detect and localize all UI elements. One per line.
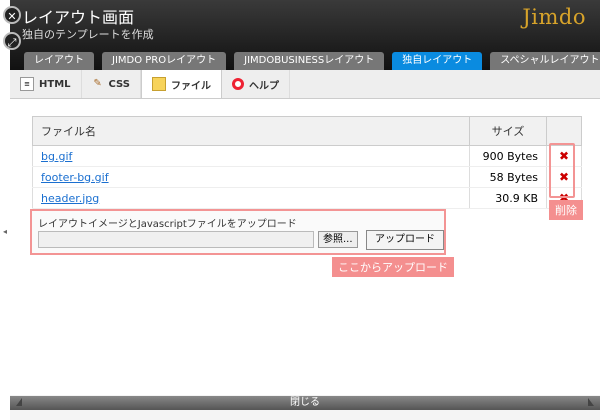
table-header-row: ファイル名 サイズ bbox=[32, 116, 582, 146]
dialog-title: レイアウト画面 bbox=[22, 8, 135, 27]
subtab-files-label: ファイル bbox=[171, 80, 211, 92]
subtab-css[interactable]: ✎ CSS bbox=[82, 70, 141, 98]
dialog-subtitle: 独自のテンプレートを作成 bbox=[22, 28, 154, 41]
sub-toolbar: ≡ HTML ✎ CSS ファイル ヘルプ bbox=[10, 70, 600, 99]
browse-button[interactable]: 参照... bbox=[318, 231, 358, 248]
tab-special-layout[interactable]: スペシャルレイアウト bbox=[490, 52, 600, 70]
subtab-files[interactable]: ファイル bbox=[141, 70, 222, 98]
column-header-filename: ファイル名 bbox=[32, 116, 470, 146]
file-link[interactable]: header.jpg bbox=[41, 192, 99, 205]
lifebuoy-icon bbox=[232, 78, 244, 90]
table-row: header.jpg 30.9 KB ✖ bbox=[32, 187, 582, 209]
subtab-help[interactable]: ヘルプ bbox=[222, 70, 290, 98]
resize-right-icon[interactable] bbox=[588, 398, 594, 406]
file-size: 58 Bytes bbox=[469, 166, 547, 188]
table-row: bg.gif 900 Bytes ✖ bbox=[32, 145, 582, 167]
expand-icon[interactable]: ⤢ bbox=[3, 32, 21, 50]
table-row: footer-bg.gif 58 Bytes ✖ bbox=[32, 166, 582, 188]
file-path-input[interactable] bbox=[38, 231, 314, 248]
close-bar[interactable]: 閉じる bbox=[10, 396, 600, 410]
html-icon: ≡ bbox=[20, 77, 34, 91]
column-header-size: サイズ bbox=[469, 116, 547, 146]
file-size: 30.9 KB bbox=[469, 187, 547, 209]
file-link[interactable]: bg.gif bbox=[41, 150, 72, 163]
file-size: 900 Bytes bbox=[469, 145, 547, 167]
upload-section: レイアウトイメージとJavascriptファイルをアップロード 参照... アッ… bbox=[30, 209, 446, 255]
subtab-html-label: HTML bbox=[39, 78, 71, 90]
subtab-help-label: ヘルプ bbox=[249, 80, 279, 92]
file-table: ファイル名 サイズ bg.gif 900 Bytes ✖ footer-bg.g… bbox=[32, 116, 582, 209]
dialog-header: レイアウト画面 独自のテンプレートを作成 Jimdo レイアウト JIMDO P… bbox=[10, 0, 600, 70]
delete-column-highlight bbox=[549, 143, 575, 198]
resize-left-icon bbox=[16, 398, 22, 406]
upload-button[interactable]: アップロード bbox=[366, 230, 444, 250]
subtab-css-label: CSS bbox=[108, 78, 130, 90]
upload-callout: ここからアップロード bbox=[332, 257, 454, 277]
column-header-delete bbox=[546, 116, 582, 146]
tab-jimdo-business-layout[interactable]: JIMDOBUSINESSレイアウト bbox=[234, 52, 385, 70]
layout-tabs: レイアウト JIMDO PROレイアウト JIMDOBUSINESSレイアウト … bbox=[24, 52, 600, 70]
tab-custom-layout[interactable]: 独自レイアウト bbox=[392, 52, 483, 70]
close-icon[interactable]: ✕ bbox=[3, 6, 21, 24]
folder-icon bbox=[152, 77, 166, 91]
delete-callout: 削除 bbox=[549, 200, 583, 220]
subtab-html[interactable]: ≡ HTML bbox=[10, 70, 82, 98]
tab-layout[interactable]: レイアウト bbox=[24, 52, 94, 70]
tab-jimdo-pro-layout[interactable]: JIMDO PROレイアウト bbox=[102, 52, 227, 70]
file-link[interactable]: footer-bg.gif bbox=[41, 171, 109, 184]
files-panel: ファイル名 サイズ bg.gif 900 Bytes ✖ footer-bg.g… bbox=[10, 99, 600, 395]
jimdo-logo: Jimdo bbox=[522, 5, 586, 29]
brush-icon: ✎ bbox=[93, 78, 102, 89]
layout-dialog: レイアウト画面 独自のテンプレートを作成 Jimdo レイアウト JIMDO P… bbox=[10, 0, 600, 420]
collapse-arrow-icon[interactable]: ◂ bbox=[0, 227, 10, 239]
upload-instructions: レイアウトイメージとJavascriptファイルをアップロード bbox=[38, 219, 297, 230]
